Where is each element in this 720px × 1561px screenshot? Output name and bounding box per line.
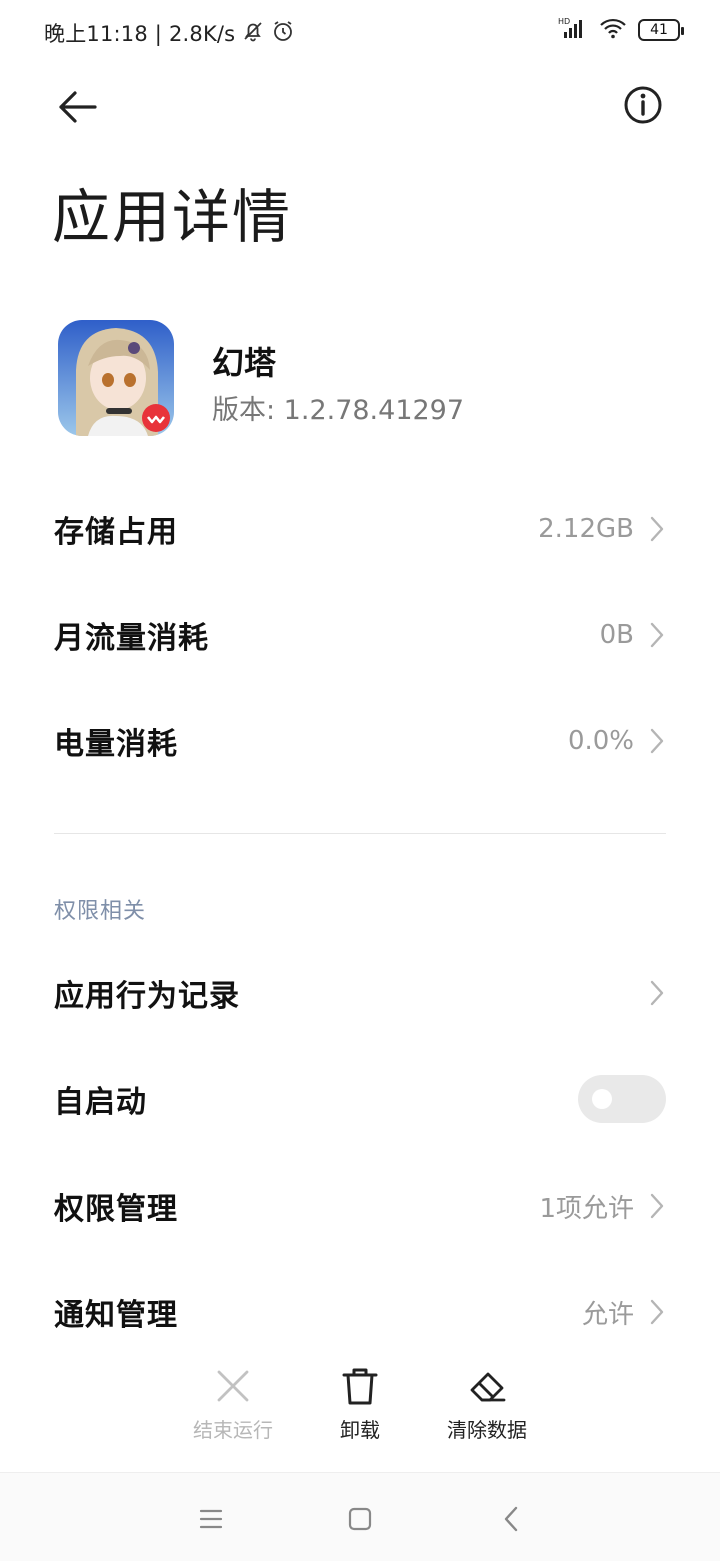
status-time-speed: 晚上11:18 | 2.8K/s (44, 22, 236, 46)
battery-usage-label: 电量消耗 (54, 727, 178, 762)
permission-management-value: 1项允许 (539, 1193, 634, 1224)
uninstall-button[interactable]: 卸载 (300, 1360, 420, 1443)
behavior-record-label: 应用行为记录 (54, 979, 240, 1014)
behavior-record-row[interactable]: 应用行为记录 (54, 958, 666, 1028)
battery-usage-row[interactable]: 电量消耗 0.0% (54, 706, 666, 776)
force-stop-label: 结束运行 (193, 1418, 273, 1442)
toggle-knob (592, 1089, 612, 1109)
status-right: HD 41 (558, 16, 684, 44)
storage-row[interactable]: 存储占用 2.12GB (54, 494, 666, 564)
square-icon (348, 1507, 372, 1531)
autostart-label: 自启动 (54, 1085, 147, 1120)
info-button[interactable] (620, 82, 666, 128)
data-usage-label: 月流量消耗 (54, 621, 209, 656)
battery-level: 41 (650, 22, 668, 38)
top-bar (0, 70, 720, 140)
menu-icon (199, 1509, 223, 1529)
navigation-bar (0, 1472, 720, 1561)
trash-icon (342, 1368, 378, 1405)
home-button[interactable] (340, 1499, 380, 1539)
notification-management-row[interactable]: 通知管理 允许 (54, 1277, 666, 1347)
data-usage-value: 0B (599, 620, 634, 650)
permission-management-row[interactable]: 权限管理 1项允许 (54, 1171, 666, 1241)
battery-usage-value: 0.0% (567, 726, 634, 756)
notification-management-value: 允许 (581, 1299, 634, 1330)
chevron-right-icon (650, 622, 664, 648)
back-button[interactable] (50, 80, 104, 134)
chevron-right-icon (650, 1299, 664, 1325)
clear-data-button[interactable]: 清除数据 (427, 1360, 547, 1443)
app-version: 版本: 1.2.78.41297 (212, 395, 465, 426)
status-left: 晚上11:18 | 2.8K/s (44, 18, 295, 48)
chevron-right-icon (650, 1193, 664, 1219)
info-icon (624, 86, 662, 124)
chevron-right-icon (650, 516, 664, 542)
page-title: 应用详情 (52, 183, 293, 251)
data-usage-row[interactable]: 月流量消耗 0B (54, 600, 666, 670)
autostart-row: 自启动 (54, 1064, 666, 1134)
battery-icon: 41 (638, 19, 684, 41)
permissions-section-title: 权限相关 (54, 899, 147, 924)
clear-data-label: 清除数据 (447, 1418, 527, 1442)
autostart-toggle[interactable] (578, 1075, 666, 1123)
eraser-icon (470, 1372, 506, 1402)
storage-value: 2.12GB (538, 514, 634, 544)
signal-icon: HD (558, 16, 588, 44)
uninstall-label: 卸载 (340, 1418, 380, 1442)
recents-button[interactable] (191, 1499, 231, 1539)
storage-label: 存储占用 (54, 515, 178, 550)
mute-bell-icon (241, 19, 265, 48)
nav-back-button[interactable] (491, 1499, 531, 1539)
divider (54, 833, 666, 834)
chevron-right-icon (650, 728, 664, 754)
notification-management-label: 通知管理 (54, 1298, 178, 1333)
bottom-actions: 结束运行 卸载 清除数据 (0, 1360, 720, 1460)
chevron-left-icon (504, 1506, 518, 1532)
permission-management-label: 权限管理 (54, 1192, 178, 1227)
arrow-left-icon (59, 91, 97, 123)
app-name: 幻塔 (212, 344, 277, 382)
chevron-right-icon (650, 980, 664, 1006)
status-bar: 晚上11:18 | 2.8K/s HD 41 (0, 0, 720, 64)
network-label: HD (558, 17, 570, 26)
wifi-icon (598, 16, 628, 44)
app-header: 幻塔 版本: 1.2.78.41297 (58, 320, 678, 438)
force-stop-button[interactable]: 结束运行 (173, 1360, 293, 1443)
app-icon (58, 320, 174, 436)
alarm-icon (271, 19, 295, 48)
close-icon (217, 1370, 249, 1402)
